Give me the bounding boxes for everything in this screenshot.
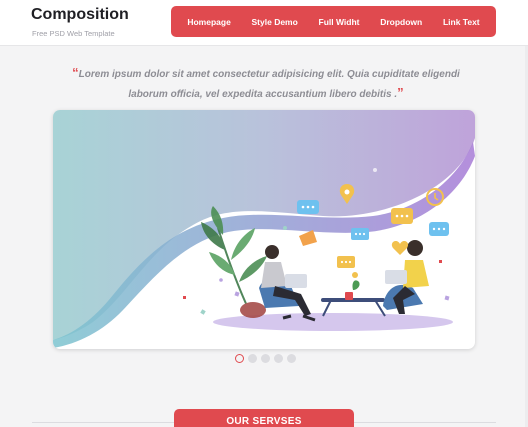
intro-quote: “Lorem ipsum dolor sit amet consectetur … (56, 64, 476, 104)
site-tagline: Free PSD Web Template (32, 29, 115, 38)
nav-item-homepage[interactable]: Homepage (187, 17, 230, 27)
main-nav: Homepage Style Demo Full Widht Dropdown … (171, 6, 496, 37)
close-quote-icon: ” (397, 85, 404, 100)
nav-item-link-text[interactable]: Link Text (443, 17, 480, 27)
slider-dot-2[interactable] (248, 354, 257, 363)
nav-item-dropdown[interactable]: Dropdown (380, 17, 422, 27)
slider-dot-1[interactable] (235, 354, 244, 363)
our-services-button[interactable]: OUR SERVSES (174, 409, 354, 427)
site-header: Composition Free PSD Web Template Homepa… (0, 0, 528, 46)
nav-item-style-demo[interactable]: Style Demo (252, 17, 298, 27)
hero-slider[interactable] (53, 110, 475, 349)
people-working-illustration (53, 110, 475, 348)
site-logo[interactable]: Composition (31, 6, 129, 24)
slider-dot-5[interactable] (287, 354, 296, 363)
slider-pagination (235, 354, 296, 363)
nav-item-full-width[interactable]: Full Widht (319, 17, 360, 27)
slider-dot-3[interactable] (261, 354, 270, 363)
slider-dot-4[interactable] (274, 354, 283, 363)
